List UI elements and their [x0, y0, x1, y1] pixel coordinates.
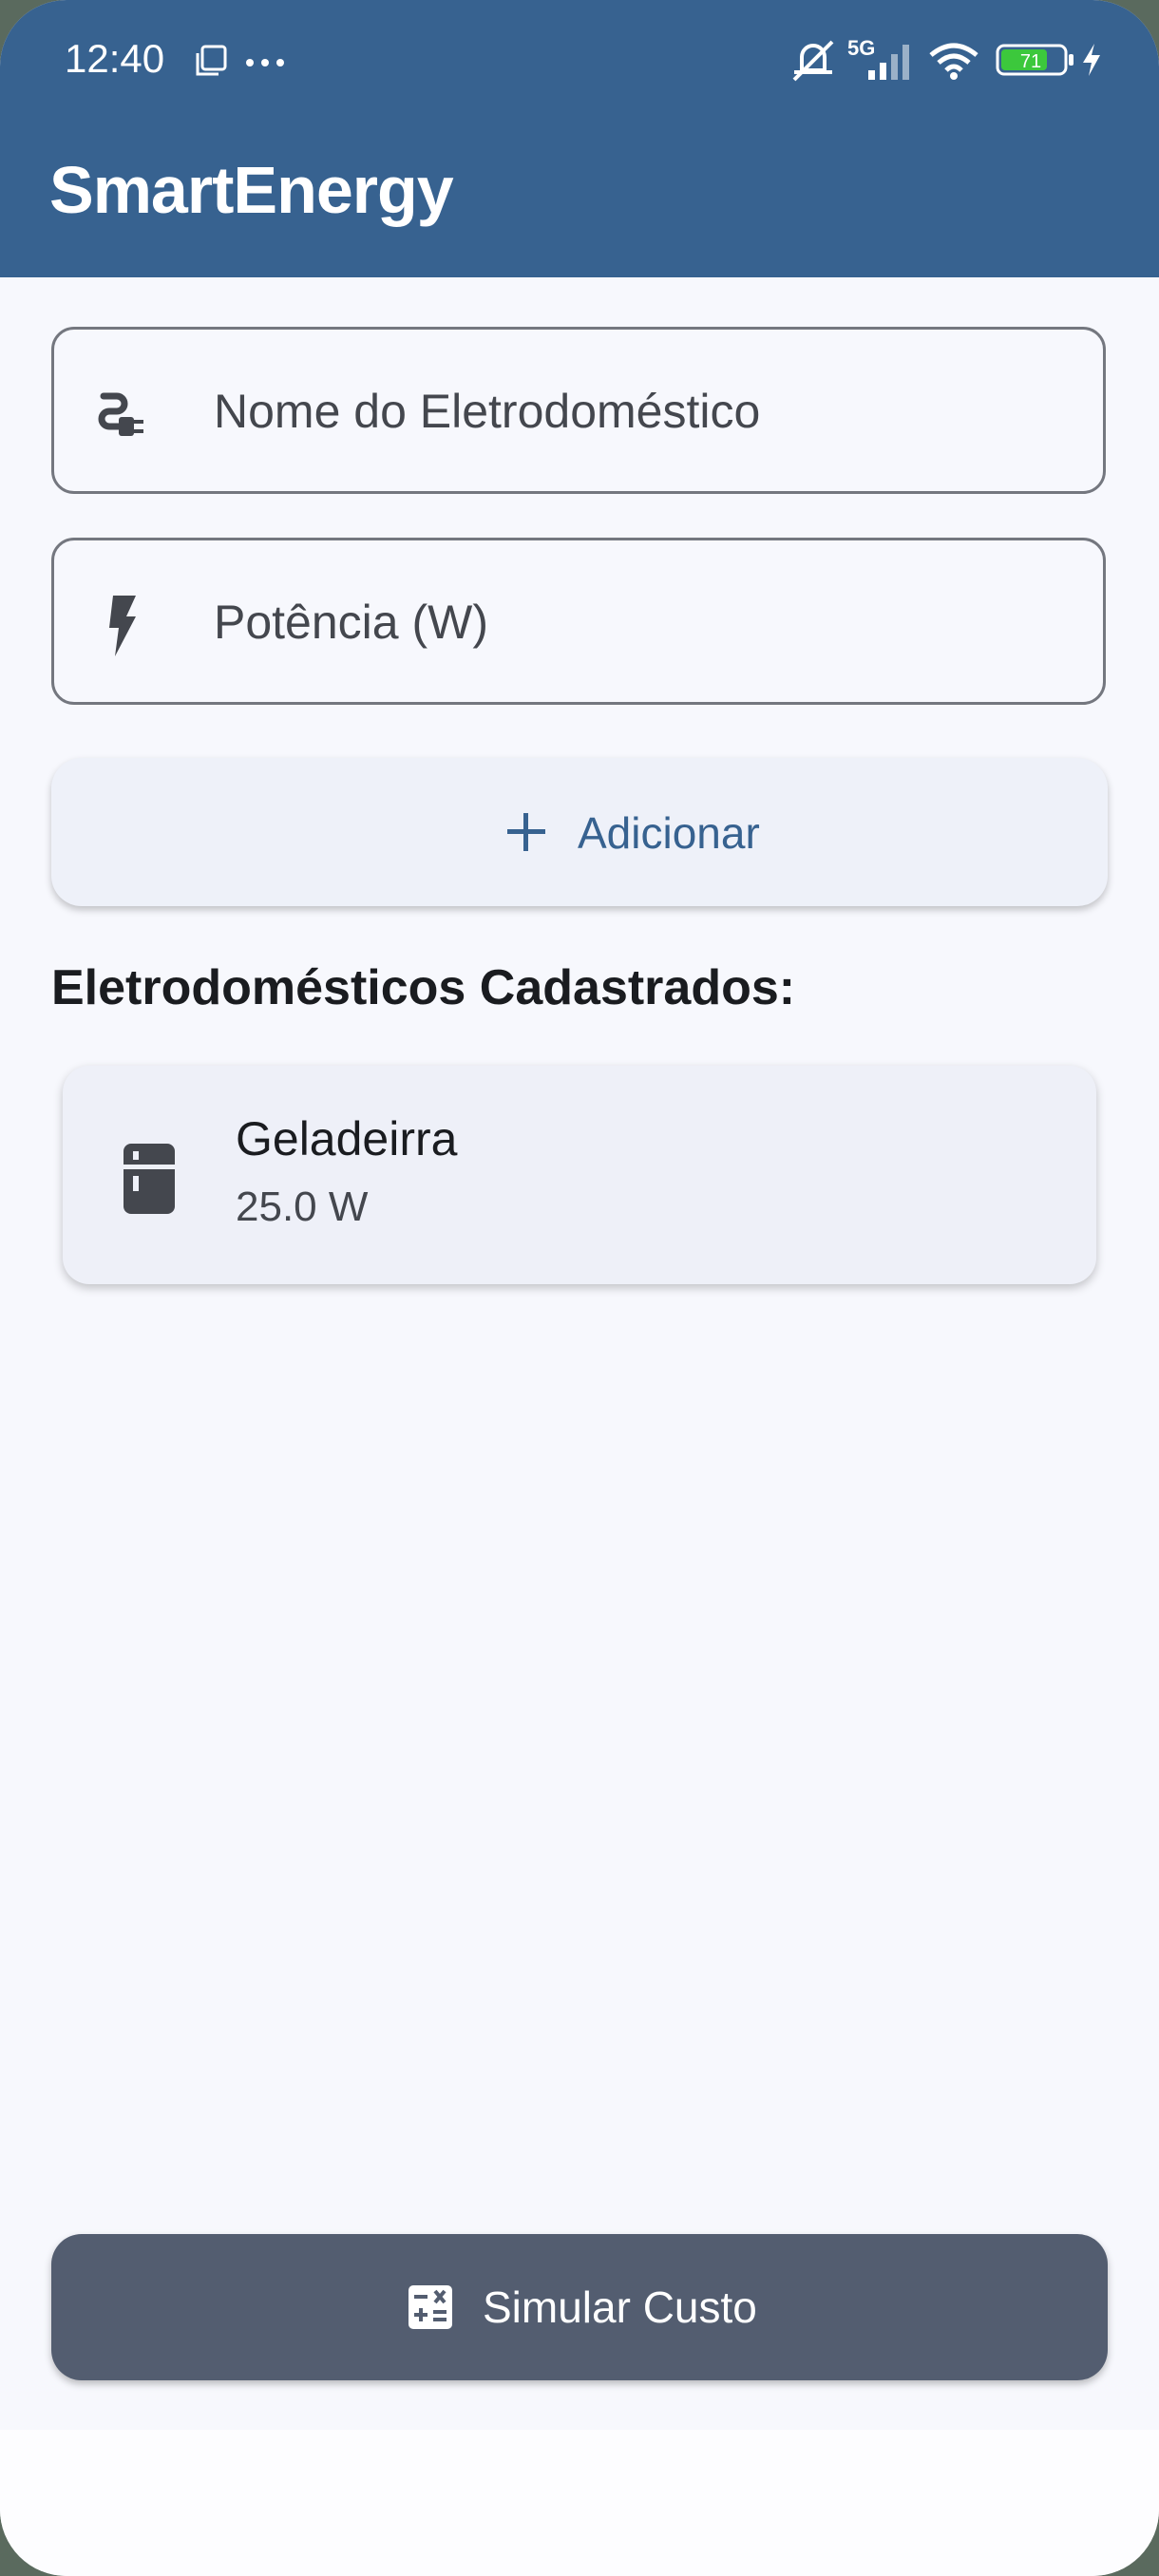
- simulate-cost-label: Simular Custo: [483, 2282, 757, 2332]
- fridge-icon: [118, 1144, 180, 1214]
- more-dots-icon: [245, 55, 285, 72]
- navigation-bar: [0, 2430, 1159, 2576]
- signal-icon: [866, 42, 914, 85]
- simulate-cost-button[interactable]: Simular Custo: [51, 2234, 1108, 2380]
- add-button[interactable]: Adicionar: [51, 758, 1108, 906]
- app-title: SmartEnergy: [49, 153, 454, 227]
- battery-icon: 71: [996, 44, 1075, 81]
- battery-level: 71: [1020, 51, 1041, 72]
- power-input[interactable]: [212, 578, 1052, 666]
- list-item[interactable]: Geladeirra 25.0 W: [63, 1066, 1096, 1284]
- appliance-power: 25.0 W: [236, 1184, 369, 1230]
- appliance-list-title: Eletrodomésticos Cadastrados:: [51, 960, 796, 1015]
- appliance-name: Geladeirra: [236, 1112, 458, 1165]
- status-bar: 12:40 5G 71: [0, 0, 1159, 123]
- status-time: 12:40: [65, 36, 165, 81]
- wifi-icon: [927, 42, 980, 85]
- appliance-name-field[interactable]: [51, 327, 1106, 494]
- plus-icon: [500, 805, 553, 859]
- app-bar: 12:40 5G 71 SmartEnergy: [0, 0, 1159, 277]
- add-button-label: Adicionar: [578, 808, 760, 858]
- mute-icon: [788, 38, 838, 88]
- power-field[interactable]: [51, 538, 1106, 705]
- screen-icon: [194, 44, 228, 83]
- bolt-icon: [92, 596, 153, 656]
- power-plug-icon: [92, 385, 153, 445]
- phone-screen: 12:40 5G 71 SmartEnergy Nome do Eletrodo…: [0, 0, 1159, 2576]
- charging-icon: [1079, 42, 1104, 83]
- calculator-icon: [407, 2283, 454, 2331]
- appliance-name-input[interactable]: [212, 368, 1052, 455]
